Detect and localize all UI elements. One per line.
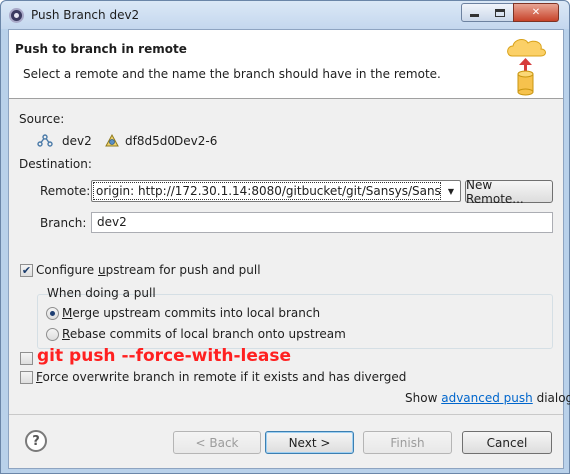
dialog-client: Push to branch in remote Select a remote… [8, 29, 570, 469]
source-commit-message: Dev2-6 [174, 134, 218, 148]
advanced-push-link[interactable]: advanced push [441, 391, 533, 405]
git-commit-icon [105, 133, 119, 147]
destination-label: Destination: [19, 157, 92, 171]
minimize-button[interactable] [461, 3, 488, 22]
cancel-button[interactable]: Cancel [462, 431, 552, 454]
dialog-banner: Push to branch in remote Select a remote… [9, 30, 563, 99]
remote-select-value: origin: http://172.30.1.14:8080/gitbucke… [93, 182, 441, 200]
remote-select[interactable]: origin: http://172.30.1.14:8080/gitbucke… [91, 180, 461, 202]
maximize-icon [495, 8, 505, 17]
advanced-prefix: Show [405, 391, 438, 405]
advanced-push-text: Show advanced push dialog [405, 391, 570, 405]
git-branch-icon [37, 134, 53, 147]
back-button-label: < Back [195, 435, 239, 450]
new-remote-button-label: New Remote... [466, 177, 524, 206]
next-button-label: Next > [288, 435, 331, 450]
next-button[interactable]: Next > [265, 431, 354, 454]
configure-upstream-checkbox[interactable]: ✔ [20, 264, 33, 277]
source-label: Source: [19, 112, 65, 126]
pull-group-title: When doing a pull [47, 286, 156, 300]
banner-title: Push to branch in remote [15, 42, 187, 56]
help-icon[interactable]: ? [25, 430, 47, 452]
force-overwrite-label: Force overwrite branch in remote if it e… [36, 370, 407, 384]
merge-label: Merge upstream commits into local branch [62, 306, 321, 320]
rebase-label: Rebase commits of local branch onto upst… [62, 327, 346, 341]
merge-radio[interactable] [46, 307, 59, 320]
banner-description: Select a remote and the name the branch … [23, 67, 441, 81]
force-with-lease-checkbox[interactable] [20, 352, 33, 365]
branch-label: Branch: [40, 216, 87, 230]
close-button[interactable]: ✕ [513, 3, 559, 22]
eclipse-icon [9, 8, 24, 23]
close-icon: ✕ [531, 7, 541, 18]
branch-input[interactable]: dev2 [91, 212, 553, 233]
finish-button-label: Finish [390, 435, 425, 450]
window-title: Push Branch dev2 [31, 8, 140, 22]
remote-label: Remote: [40, 184, 91, 198]
rebase-radio[interactable] [46, 328, 59, 341]
button-separator [9, 414, 563, 415]
force-overwrite-checkbox[interactable] [20, 371, 33, 384]
source-commit-id: df8d5d0 [125, 134, 175, 148]
cloud-upload-database-icon [507, 38, 546, 96]
push-branch-window: Push Branch dev2 ✕ Push to branch in rem… [0, 0, 570, 474]
maximize-button[interactable] [487, 3, 514, 22]
title-bar[interactable]: Push Branch dev2 ✕ [1, 1, 569, 29]
cancel-button-label: Cancel [486, 435, 528, 450]
minimize-icon [470, 14, 479, 17]
finish-button[interactable]: Finish [363, 431, 452, 454]
source-branch: dev2 [62, 134, 92, 148]
back-button[interactable]: < Back [173, 431, 261, 454]
new-remote-button[interactable]: New Remote... [465, 177, 553, 206]
configure-upstream-label: Configure upstream for push and pull [36, 263, 261, 277]
force-with-lease-label: git push --force-with-lease [37, 346, 291, 366]
chevron-down-icon: ▼ [447, 186, 455, 196]
advanced-suffix: dialog [536, 391, 570, 405]
